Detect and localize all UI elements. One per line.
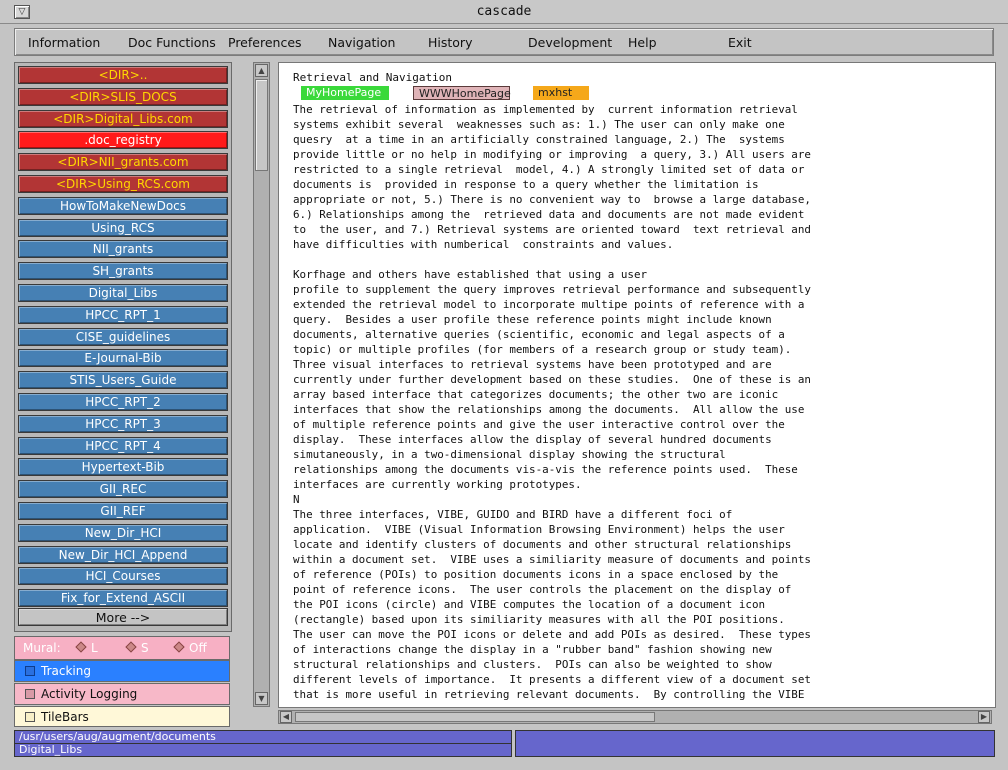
menu-preferences[interactable]: Preferences [228, 35, 302, 50]
mural-option-l[interactable]: L [75, 641, 98, 655]
scroll-right-icon[interactable]: ▶ [978, 711, 990, 723]
nav-item[interactable]: HPCC_RPT_1 [18, 305, 228, 324]
more-button[interactable]: More --> [18, 608, 228, 626]
nav-item[interactable]: Hypertext-Bib [18, 458, 228, 477]
nav-item[interactable]: <DIR>SLIS_DOCS [18, 87, 228, 106]
document-h-scrollbar[interactable]: ◀ ▶ [278, 710, 992, 724]
document-heading: Retrieval and Navigation [293, 71, 452, 84]
nav-item[interactable]: New_Dir_HCI_Append [18, 545, 228, 564]
status-bar: /usr/users/aug/augment/documents Digital… [14, 730, 512, 757]
nav-item[interactable]: Fix_for_Extend_ASCII [18, 589, 228, 608]
nav-item[interactable]: E-Journal-Bib [18, 349, 228, 368]
menu-development[interactable]: Development [528, 35, 612, 50]
menu-information[interactable]: Information [28, 35, 100, 50]
checkbox-icon [25, 666, 35, 676]
tracking-label: Tracking [41, 664, 91, 678]
status-document: Digital_Libs [15, 744, 511, 757]
h-scroll-thumb[interactable] [295, 712, 655, 722]
nav-item[interactable]: HPCC_RPT_2 [18, 393, 228, 411]
status-path: /usr/users/aug/augment/documents [15, 731, 511, 744]
link-mxhst[interactable]: mxhst [533, 86, 589, 100]
nav-item[interactable]: SH_grants [18, 262, 228, 281]
radio-diamond-icon [125, 641, 137, 653]
tilebars-label: TileBars [41, 710, 89, 724]
document-view[interactable]: Retrieval and Navigation MyHomePage WWWH… [278, 62, 996, 708]
tracking-toggle[interactable]: Tracking [14, 660, 230, 682]
menu-navigation[interactable]: Navigation [328, 35, 395, 50]
mural-options: Mural: L S Off [14, 636, 230, 660]
nav-item[interactable]: HPCC_RPT_3 [18, 414, 228, 433]
nav-item[interactable]: <DIR>Using_RCS.com [18, 175, 228, 193]
status-bar-right [515, 730, 995, 757]
nav-item[interactable]: <DIR>NII_grants.com [18, 153, 228, 172]
menu-help[interactable]: Help [628, 35, 657, 50]
checkbox-icon [25, 689, 35, 699]
nav-item[interactable]: STIS_Users_Guide [18, 371, 228, 390]
nav-scrollbar[interactable]: ▲ ▼ [253, 62, 270, 707]
menu-doc-functions[interactable]: Doc Functions [128, 35, 216, 50]
mural-option-off[interactable]: Off [173, 641, 207, 655]
nav-item[interactable]: .doc_registry [18, 131, 228, 150]
activity-logging-label: Activity Logging [41, 687, 138, 701]
nav-item[interactable]: GII_REC [18, 480, 228, 499]
window-title: cascade [476, 4, 532, 19]
scroll-down-icon[interactable]: ▼ [255, 692, 268, 705]
nav-item[interactable]: Using_RCS [18, 218, 228, 237]
radio-diamond-icon [173, 641, 185, 653]
nav-item[interactable]: HCI_Courses [18, 567, 228, 586]
nav-item[interactable]: <DIR>Digital_Libs.com [18, 109, 228, 128]
nav-item[interactable]: HPCC_RPT_4 [18, 436, 228, 455]
document-body: The retrieval of information as implemen… [293, 103, 811, 701]
scroll-left-icon[interactable]: ◀ [280, 711, 292, 723]
mural-label: Mural: [23, 641, 61, 655]
menu-exit[interactable]: Exit [728, 35, 752, 50]
mural-option-s[interactable]: S [125, 641, 149, 655]
tilebars-toggle[interactable]: TileBars [14, 706, 230, 727]
link-my-home-page[interactable]: MyHomePage [301, 86, 389, 100]
title-bar: ▽ cascade [0, 0, 1008, 24]
menu-bar: Information Doc Functions Preferences Na… [14, 28, 994, 56]
document-nav-panel: <DIR>.. <DIR>SLIS_DOCS <DIR>Digital_Libs.c… [14, 62, 232, 632]
checkbox-icon [25, 712, 35, 722]
menu-history[interactable]: History [428, 35, 472, 50]
scroll-up-icon[interactable]: ▲ [255, 64, 268, 77]
nav-item[interactable]: HowToMakeNewDocs [18, 196, 228, 215]
radio-diamond-icon [75, 641, 87, 653]
nav-item[interactable]: CISE_guidelines [18, 327, 228, 346]
nav-item[interactable]: <DIR>.. [18, 66, 228, 84]
link-www-home-page[interactable]: WWWHomePage [413, 86, 511, 100]
scroll-thumb[interactable] [255, 79, 268, 171]
activity-logging-toggle[interactable]: Activity Logging [14, 683, 230, 705]
nav-item[interactable]: GII_REF [18, 502, 228, 520]
nav-item[interactable]: NII_grants [18, 240, 228, 259]
nav-item[interactable]: New_Dir_HCI [18, 523, 228, 542]
nav-item[interactable]: Digital_Libs [18, 284, 228, 302]
